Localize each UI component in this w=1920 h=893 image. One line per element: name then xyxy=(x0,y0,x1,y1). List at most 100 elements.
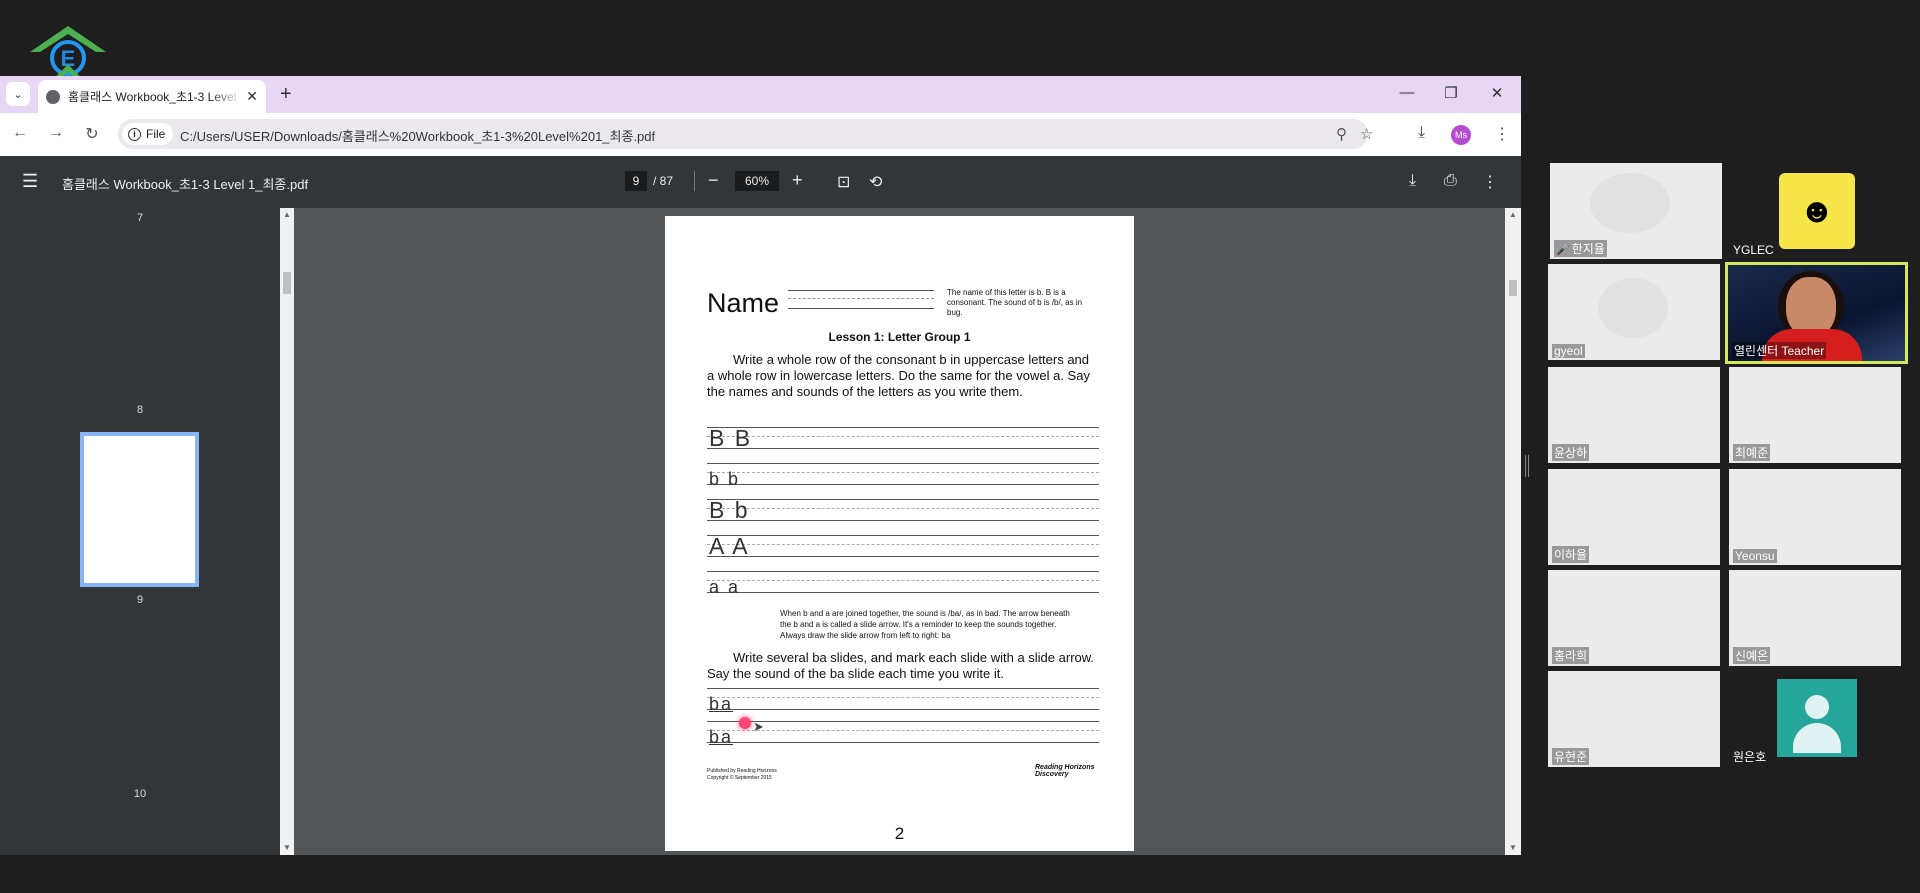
address-bar: ← → ↻ i File C:/Users/USER/Downloads/홈클래스… xyxy=(0,113,1521,156)
participant-name: Yeonsu xyxy=(1733,549,1777,563)
new-tab-button[interactable]: + xyxy=(280,83,292,105)
zoom-input[interactable]: 60% xyxy=(735,171,779,191)
thumbnail-label: 8 xyxy=(136,404,144,416)
publisher-note: Published by Reading Horizons Copyright … xyxy=(707,768,777,781)
writing-row: B B xyxy=(707,426,1099,451)
spongebob-avatar: ☻ xyxy=(1779,173,1855,249)
zoom-out-icon[interactable]: − xyxy=(708,170,719,191)
participant-name: 홍라희 xyxy=(1552,647,1590,664)
writing-row: ba xyxy=(707,721,1099,746)
site-info-chip[interactable]: i File xyxy=(122,123,174,145)
participant-name: 한지율 xyxy=(1571,242,1605,256)
browser-window: ⌄ 홈클래스 Workbook_초1-3 Level 1_최종.pdf ✕ + … xyxy=(0,76,1521,855)
thumbnail-label: 7 xyxy=(136,212,144,224)
bookmark-star-icon[interactable]: ☆ xyxy=(1360,125,1373,143)
pdf-toolbar: ☰ 홈클래스 Workbook_초1-3 Level 1_최종.pdf 9 / … xyxy=(0,156,1521,208)
participant-name: 이하율 xyxy=(1552,546,1590,563)
more-options-icon[interactable]: ⋮ xyxy=(1482,172,1498,192)
total-pages: / 87 xyxy=(653,174,674,188)
minimize-icon[interactable]: — xyxy=(1396,84,1418,101)
url-field[interactable]: i File C:/Users/USER/Downloads/홈클래스%20Wor… xyxy=(118,119,1373,149)
participant-name: YGLEC xyxy=(1733,243,1774,257)
browser-menu-icon[interactable]: ⋮ xyxy=(1494,124,1510,144)
writing-row: a a xyxy=(707,571,1099,596)
participant-name: 원은호 xyxy=(1733,750,1767,764)
pdf-file-name: 홈클래스 Workbook_초1-3 Level 1_최종.pdf xyxy=(62,177,309,192)
reload-icon[interactable]: ↻ xyxy=(82,124,102,144)
tab-title: 홈클래스 Workbook_초1-3 Level 1_최종.pdf xyxy=(68,90,242,104)
participant-tile[interactable]: 원은호 xyxy=(1727,671,1899,767)
restore-icon[interactable]: ❐ xyxy=(1440,84,1462,102)
participant-tile[interactable]: 홍라희 xyxy=(1548,570,1720,666)
print-icon[interactable]: ⎙ xyxy=(1444,172,1457,190)
participant-tile[interactable]: 최예준 xyxy=(1729,367,1901,463)
document-scroll-thumb[interactable] xyxy=(1509,280,1517,296)
mouse-cursor-icon: ➤ xyxy=(753,719,764,734)
default-avatar-icon xyxy=(1777,679,1857,757)
participant-tile[interactable]: gyeol xyxy=(1548,264,1720,360)
pointer-highlight xyxy=(739,717,751,729)
writing-row: ba xyxy=(707,688,1099,713)
thumbnail-label: 10 xyxy=(133,788,147,800)
participant-tile[interactable]: 유현준 xyxy=(1548,671,1720,767)
thumbnail-label: 9 xyxy=(136,594,144,606)
info-icon: i xyxy=(128,127,141,141)
toolbar-separator xyxy=(694,171,695,191)
scroll-down-icon[interactable]: ▼ xyxy=(1509,843,1517,852)
globe-icon xyxy=(46,89,60,104)
page-number-input[interactable]: 9 xyxy=(625,171,647,191)
panel-resize-handle[interactable] xyxy=(1525,455,1529,477)
slide-note: When b and a are joined together, the so… xyxy=(780,609,1070,640)
thumbnail-sidebar: 7 8 9 10 xyxy=(0,208,280,855)
letter-note: The name of this letter is b. B is a con… xyxy=(947,288,1083,317)
participant-tile[interactable]: 신예온 xyxy=(1729,570,1901,666)
tab-strip: ⌄ 홈클래스 Workbook_초1-3 Level 1_최종.pdf ✕ + … xyxy=(0,76,1521,113)
sidebar-scrollbar[interactable]: ▲ ▼ xyxy=(280,208,294,855)
scroll-up-icon[interactable]: ▲ xyxy=(1509,210,1517,219)
writing-row: b b xyxy=(707,463,1099,488)
download-icon[interactable]: ⤓ xyxy=(1409,172,1416,190)
document-scrollbar[interactable]: ▲ ▼ xyxy=(1505,208,1521,855)
close-tab-icon[interactable]: ✕ xyxy=(246,88,258,105)
thumbnail-page-selected[interactable] xyxy=(80,432,199,587)
participant-tile[interactable]: 이하율 xyxy=(1548,469,1720,565)
mic-muted-icon: 🎤 xyxy=(1556,244,1570,256)
participant-tile[interactable]: 윤상하 xyxy=(1548,367,1720,463)
pdf-page: Name The name of this letter is b. B is … xyxy=(665,216,1134,851)
screen: E ⌄ 홈클래스 Workbook_초1-3 Level 1_최종.pdf ✕ … xyxy=(0,0,1920,893)
participant-name: 윤상하 xyxy=(1552,444,1590,461)
participant-name: 열린센터 Teacher xyxy=(1732,342,1827,359)
name-label: Name xyxy=(707,288,780,318)
instruction-text: Write a whole row of the consonant b in … xyxy=(707,352,1090,399)
participant-name: 유현준 xyxy=(1552,748,1590,765)
downloads-icon[interactable]: ⤓ xyxy=(1418,124,1425,142)
profile-avatar[interactable]: Ms xyxy=(1451,125,1471,145)
participant-name: gyeol xyxy=(1552,344,1585,358)
participant-tile[interactable]: ☻ YGLEC xyxy=(1727,163,1899,259)
scroll-up-icon[interactable]: ▲ xyxy=(283,210,291,219)
rotate-icon[interactable]: ⟲ xyxy=(869,172,882,192)
sidebar-scroll-thumb[interactable] xyxy=(283,272,291,294)
writing-row: B b xyxy=(707,498,1099,523)
name-line xyxy=(788,308,934,309)
scroll-down-icon[interactable]: ▼ xyxy=(283,843,291,852)
name-line xyxy=(788,290,934,291)
zoom-icon[interactable]: ⚲ xyxy=(1336,125,1347,143)
url-text: C:/Users/USER/Downloads/홈클래스%20Workbook_… xyxy=(180,129,656,144)
participant-tile[interactable]: Yeonsu xyxy=(1729,469,1901,565)
lesson-title: Lesson 1: Letter Group 1 xyxy=(828,330,971,344)
participant-name: 신예온 xyxy=(1733,647,1771,664)
participant-tile[interactable]: 🎤 한지율 xyxy=(1550,163,1722,259)
participant-tile-active-speaker[interactable]: 열린센터 Teacher xyxy=(1725,262,1908,364)
name-line xyxy=(788,298,934,299)
fit-page-icon[interactable]: ⊡ xyxy=(837,172,850,192)
zoom-in-icon[interactable]: + xyxy=(792,170,803,191)
tab-search-button[interactable]: ⌄ xyxy=(6,82,30,106)
close-window-icon[interactable]: ✕ xyxy=(1486,84,1508,102)
sidebar-menu-icon[interactable]: ☰ xyxy=(22,171,38,192)
brand-logo: Reading Horizons Discovery xyxy=(1035,764,1095,778)
forward-icon[interactable]: → xyxy=(46,124,66,142)
back-icon[interactable]: ← xyxy=(10,124,30,142)
instruction-text: Write several ba slides, and mark each s… xyxy=(707,650,1095,681)
active-tab[interactable]: 홈클래스 Workbook_초1-3 Level 1_최종.pdf ✕ xyxy=(38,80,266,113)
